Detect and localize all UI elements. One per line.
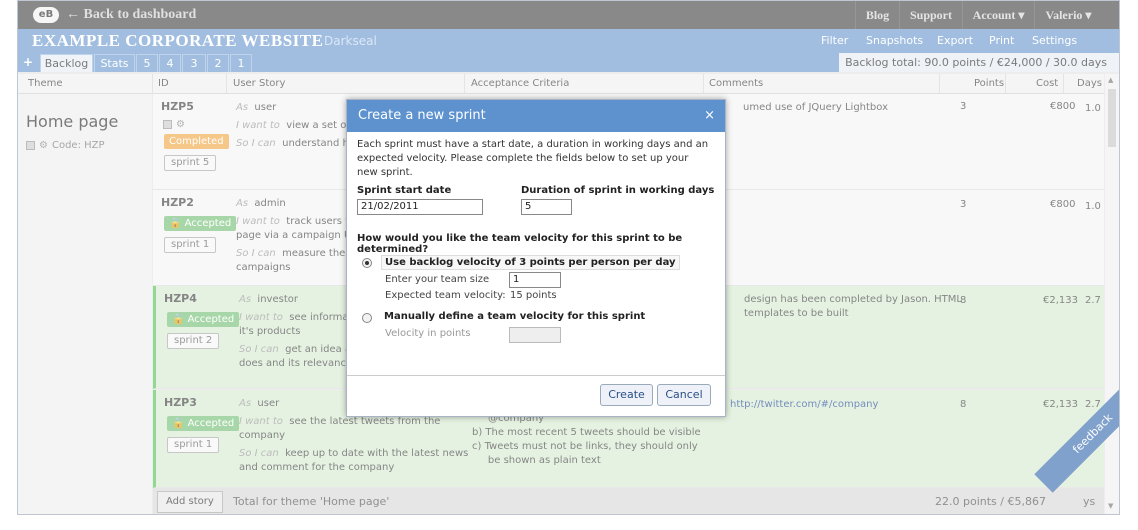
create-sprint-dialog: Create a new sprint × Each sprint must h… xyxy=(346,99,726,417)
duration-input[interactable]: 5 xyxy=(521,199,572,215)
close-icon[interactable]: × xyxy=(704,100,715,132)
velocity-points-input[interactable] xyxy=(509,327,561,343)
backlog-velocity-radio[interactable] xyxy=(362,258,372,268)
team-size-input[interactable]: 1 xyxy=(509,272,561,288)
duration-label: Duration of sprint in working days xyxy=(521,185,715,196)
dialog-intro: Each sprint must have a start date, a du… xyxy=(357,139,709,178)
team-size-label: Enter your team size xyxy=(385,274,490,285)
create-button[interactable]: Create xyxy=(600,384,653,406)
manual-velocity-option[interactable]: Manually define a team velocity for this… xyxy=(384,311,645,322)
velocity-question: How would you like the team velocity for… xyxy=(357,233,683,255)
manual-velocity-radio[interactable] xyxy=(362,313,372,323)
expected-velocity-label: Expected team velocity: xyxy=(385,290,506,301)
backlog-velocity-option[interactable]: Use backlog velocity of 3 points per per… xyxy=(381,255,680,270)
velocity-points-label: Velocity in points xyxy=(385,328,471,339)
start-date-input[interactable]: 21/02/2011 xyxy=(357,199,483,215)
dialog-title: Create a new sprint xyxy=(347,100,725,132)
start-date-label: Sprint start date xyxy=(357,185,452,196)
cancel-button[interactable]: Cancel xyxy=(657,384,711,406)
expected-velocity-value: 15 points xyxy=(510,290,557,301)
